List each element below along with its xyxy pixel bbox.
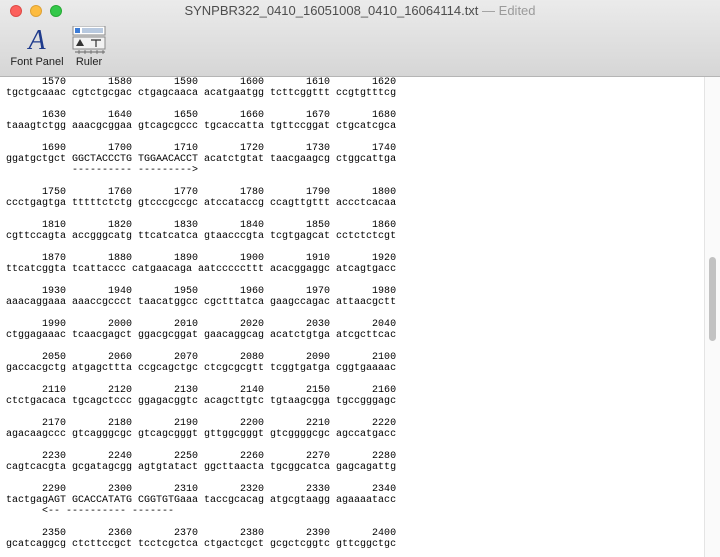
window-title: SYNPBR322_0410_16051008_0410_16064114.tx… <box>0 3 720 18</box>
ruler-label: Ruler <box>75 56 103 68</box>
ruler-button[interactable]: Ruler <box>68 26 110 68</box>
edited-status: — Edited <box>482 3 536 18</box>
font-panel-button[interactable]: A Font Panel <box>6 26 68 69</box>
font-panel-icon: A <box>6 26 68 56</box>
document-name: SYNPBR322_0410_16051008_0410_16064114.tx… <box>184 3 479 18</box>
document-text-area[interactable]: 1570 1580 1590 1600 1610 1620 tgctgcaaac… <box>0 77 705 557</box>
ruler-icon <box>68 26 110 56</box>
font-panel-label: Font Panel <box>10 56 64 68</box>
title-bar: SYNPBR322_0410_16051008_0410_16064114.tx… <box>0 0 720 77</box>
sequence-text[interactable]: 1570 1580 1590 1600 1610 1620 tgctgcaaac… <box>6 77 396 550</box>
vertical-scrollbar[interactable] <box>704 77 720 557</box>
textedit-window: SYNPBR322_0410_16051008_0410_16064114.tx… <box>0 0 720 557</box>
scrollbar-thumb[interactable] <box>709 257 716 341</box>
font-panel-glyph: A <box>28 25 46 56</box>
